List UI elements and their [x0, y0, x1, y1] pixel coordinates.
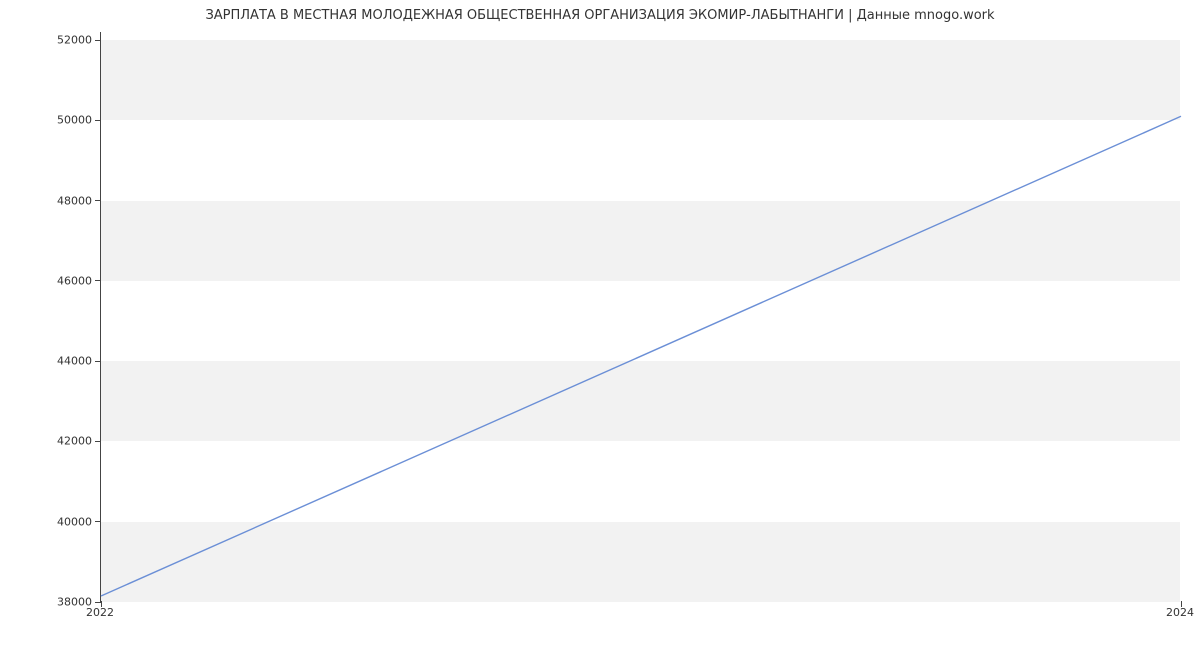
plot-area — [100, 32, 1180, 602]
y-tick-mark — [95, 361, 101, 362]
y-tick-label: 44000 — [12, 355, 92, 368]
y-tick-label: 48000 — [12, 194, 92, 207]
series-line — [101, 116, 1181, 596]
y-tick-mark — [95, 441, 101, 442]
y-tick-label: 46000 — [12, 274, 92, 287]
x-tick-label: 2024 — [1166, 606, 1194, 619]
y-tick-label: 52000 — [12, 34, 92, 47]
x-tick-label: 2022 — [86, 606, 114, 619]
line-layer — [101, 32, 1180, 601]
y-tick-label: 42000 — [12, 435, 92, 448]
y-tick-label: 38000 — [12, 596, 92, 609]
y-tick-mark — [95, 40, 101, 41]
chart-container: ЗАРПЛАТА В МЕСТНАЯ МОЛОДЕЖНАЯ ОБЩЕСТВЕНН… — [0, 0, 1200, 650]
y-tick-mark — [95, 280, 101, 281]
y-tick-mark — [95, 521, 101, 522]
y-tick-mark — [95, 120, 101, 121]
y-tick-label: 50000 — [12, 114, 92, 127]
chart-title: ЗАРПЛАТА В МЕСТНАЯ МОЛОДЕЖНАЯ ОБЩЕСТВЕНН… — [0, 8, 1200, 23]
y-tick-mark — [95, 200, 101, 201]
y-tick-label: 40000 — [12, 515, 92, 528]
